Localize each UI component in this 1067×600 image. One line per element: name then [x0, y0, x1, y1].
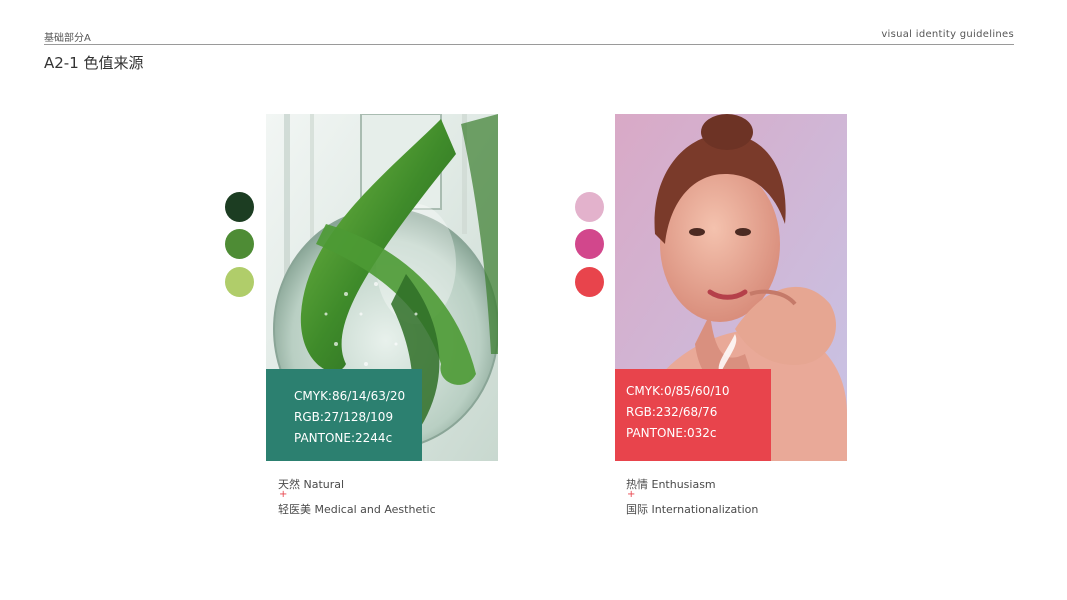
caption-line1: 热情 Enthusiasm: [626, 478, 716, 491]
caption-line2: 国际 Internationalization: [626, 503, 759, 516]
pantone-value: PANTONE:032c: [626, 426, 717, 440]
color-swatch-green: [225, 229, 254, 259]
pantone-value: PANTONE:2244c: [294, 431, 393, 445]
rgb-value: RGB:232/68/76: [626, 405, 718, 419]
rgb-value: RGB:27/128/109: [294, 410, 394, 424]
color-swatch-magenta: [575, 229, 604, 259]
page-title: A2-1 色值来源: [44, 54, 144, 72]
plus-sign: +: [627, 489, 636, 500]
color-spec-card-red: CMYK:0/85/60/10 RGB:232/68/76 PANTONE:03…: [615, 369, 771, 461]
caption-line1: 天然 Natural: [278, 478, 345, 491]
plus-sign: +: [279, 489, 288, 500]
color-spec-card-green: CMYK:86/14/63/20 RGB:27/128/109 PANTONE:…: [266, 369, 422, 461]
cmyk-value: CMYK:0/85/60/10: [626, 384, 730, 398]
color-swatch-light-pink: [575, 192, 604, 222]
section-label: 基础部分A: [44, 33, 91, 44]
color-swatch-red: [575, 267, 604, 297]
color-swatch-light-green: [225, 267, 254, 297]
caption-line2: 轻医美 Medical and Aesthetic: [278, 503, 436, 516]
guidelines-label: visual identity guidelines: [881, 29, 1014, 40]
cmyk-value: CMYK:86/14/63/20: [294, 389, 406, 403]
header-divider: [44, 44, 1014, 45]
color-swatch-dark-green: [225, 192, 254, 222]
